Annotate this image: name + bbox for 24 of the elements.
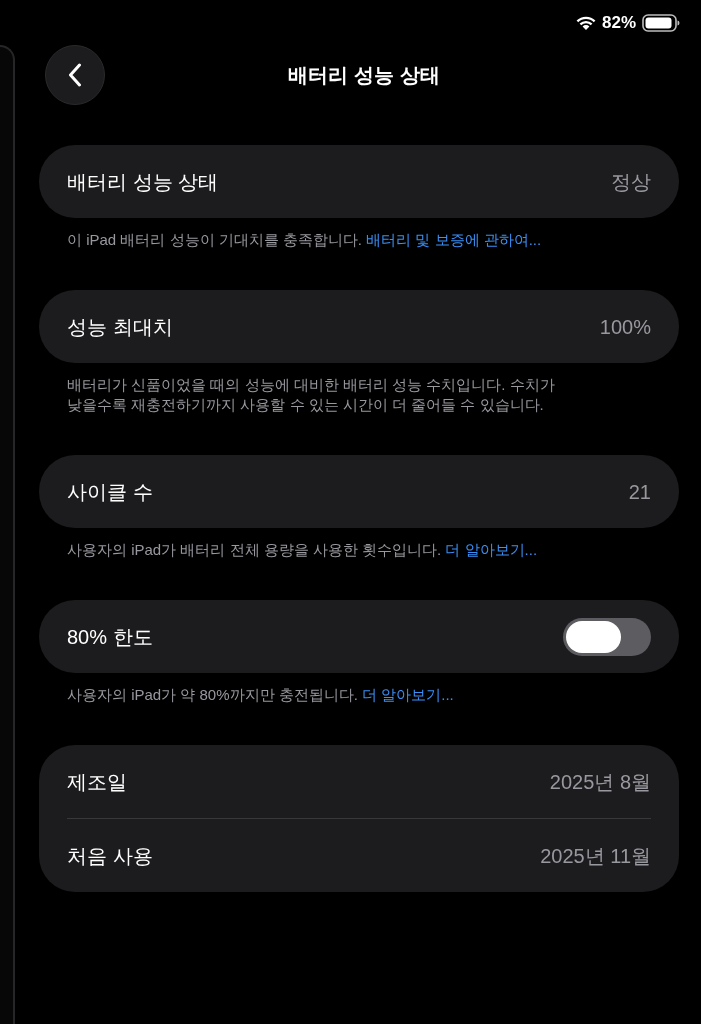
row-value: 100% <box>599 314 651 340</box>
footer-note: 사용자의 iPad가 배터리 전체 용량을 사용한 횟수입니다. 더 알아보기... <box>66 540 539 560</box>
row-label: 사이클 수 <box>67 479 153 505</box>
row-value: 21 <box>628 479 651 505</box>
footer-note: 배터리가 신품이었을 때의 성능에 대비한 배터리 성능 수치입니다. 수치가 낮을수록 재충전하기까지 사용할 수 있는 시간이 더 줄어들 수 있습니다. <box>66 375 556 415</box>
row-value: 정상 <box>611 169 651 195</box>
row-label: 제조일 <box>67 769 127 795</box>
footer-note: 사용자의 iPad가 약 80%까지만 충전됩니다. 더 알아보기... <box>66 685 455 705</box>
wifi-icon <box>575 15 596 30</box>
page-title: 배터리 성능 상태 <box>287 63 440 88</box>
row-label: 배터리 성능 상태 <box>67 169 219 195</box>
row-value: 2025년 11월 <box>540 843 651 869</box>
footer-link[interactable]: 더 알아보기... <box>445 541 538 558</box>
footer-note: 이 iPad 배터리 성능이 기대치를 충족합니다. 배터리 및 보증에 관하여... <box>66 230 543 250</box>
footer-link[interactable]: 배터리 및 보증에 관하여... <box>366 231 542 248</box>
battery-icon <box>642 13 680 32</box>
footer-link[interactable]: 더 알아보기... <box>362 686 454 703</box>
chevron-left-icon <box>68 63 82 87</box>
row-label: 성능 최대치 <box>67 314 173 340</box>
battery-percentage: 82% <box>601 11 636 34</box>
row-label: 80% 한도 <box>67 624 153 650</box>
row-value: 2025년 8월 <box>549 769 651 795</box>
row-label: 처음 사용 <box>67 843 153 869</box>
toggle-switch[interactable] <box>563 617 651 656</box>
